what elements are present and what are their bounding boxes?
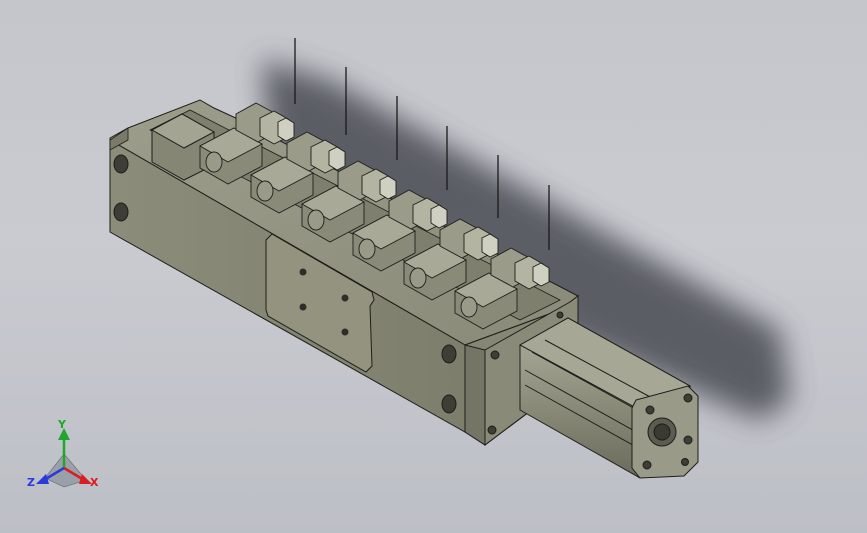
mount-hole-right-bottom xyxy=(441,394,457,414)
slider-part xyxy=(328,146,346,171)
slider-part xyxy=(481,233,499,258)
cylinder-end-cap xyxy=(631,385,699,479)
triad-y-label: Y xyxy=(57,418,67,431)
triad-x-label: X xyxy=(90,476,99,489)
mount-hole-left-top xyxy=(113,154,129,174)
mount-hole-right-top xyxy=(441,344,457,364)
coordinate-triad[interactable]: Y X Z xyxy=(27,418,99,489)
slider-part xyxy=(532,262,550,287)
rod-collar xyxy=(358,238,376,260)
rod-collar xyxy=(256,180,274,202)
slider-part xyxy=(277,117,295,142)
slider-part xyxy=(430,204,448,229)
cad-model-scene[interactable]: Y X Z xyxy=(0,0,867,533)
rod-collar xyxy=(409,267,427,289)
cad-viewport[interactable]: Y X Z xyxy=(0,0,867,533)
rod-collar xyxy=(460,296,478,318)
rod-collar xyxy=(307,209,325,231)
mount-hole-left-bottom xyxy=(113,202,129,222)
triad-z-label: Z xyxy=(27,476,35,489)
rod-collar xyxy=(205,151,223,173)
slider-part xyxy=(379,175,397,200)
